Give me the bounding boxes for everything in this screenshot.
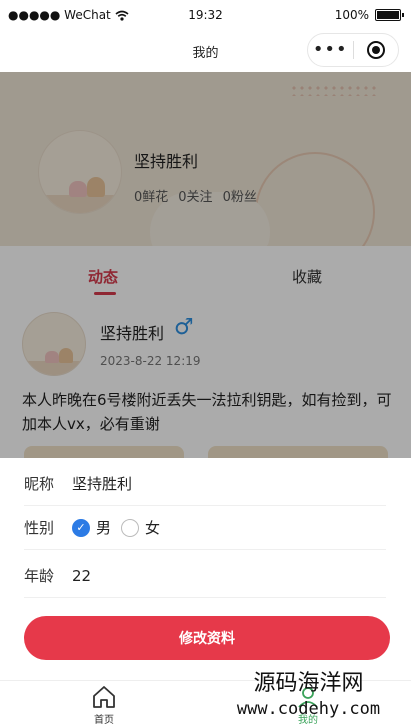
battery-icon: [375, 9, 404, 21]
battery-percent: 100%: [334, 8, 369, 22]
tab-home-label: 首页: [94, 715, 114, 726]
target-icon: [366, 41, 385, 59]
status-bar: ●●●●● WeChat 19:32 100%: [0, 0, 411, 30]
watermark: 源码海洋网 www.codehy.com: [206, 670, 411, 720]
tab-home[interactable]: 首页: [74, 685, 134, 726]
age-row: 年龄 22: [24, 554, 386, 598]
home-icon: [93, 686, 115, 708]
modal-overlay[interactable]: [0, 72, 411, 458]
gender-female-label: 女: [145, 519, 161, 537]
radio-unchecked-icon[interactable]: [121, 518, 140, 537]
age-label: 年龄: [24, 567, 55, 585]
watermark-line2: www.codehy.com: [236, 699, 381, 719]
watermark-line1: 源码海洋网: [253, 671, 364, 696]
edit-profile-sheet: 昵称 坚持胜利 性别 ✓ 男 女 年龄 22 修改资料: [0, 458, 411, 680]
age-field[interactable]: 22: [72, 567, 91, 585]
gender-male-label: 男: [96, 519, 112, 537]
gender-label: 性别: [24, 519, 55, 537]
edit-profile-button[interactable]: 修改资料: [24, 616, 390, 660]
radio-checked-icon[interactable]: ✓: [72, 518, 90, 537]
gender-female-option[interactable]: 女: [121, 517, 160, 538]
nickname-label: 昵称: [24, 475, 55, 493]
nickname-row: 昵称 坚持胜利: [24, 462, 386, 506]
more-icon[interactable]: •••: [308, 35, 353, 65]
nav-bar: 我的 •••: [0, 30, 411, 72]
gender-male-option[interactable]: ✓ 男: [72, 517, 111, 538]
gender-row: 性别 ✓ 男 女: [24, 506, 386, 550]
close-mini-program-button[interactable]: [354, 41, 399, 59]
mini-program-capsule: •••: [307, 33, 399, 67]
nickname-field[interactable]: 坚持胜利: [72, 473, 132, 494]
battery-group: 100%: [334, 8, 404, 22]
